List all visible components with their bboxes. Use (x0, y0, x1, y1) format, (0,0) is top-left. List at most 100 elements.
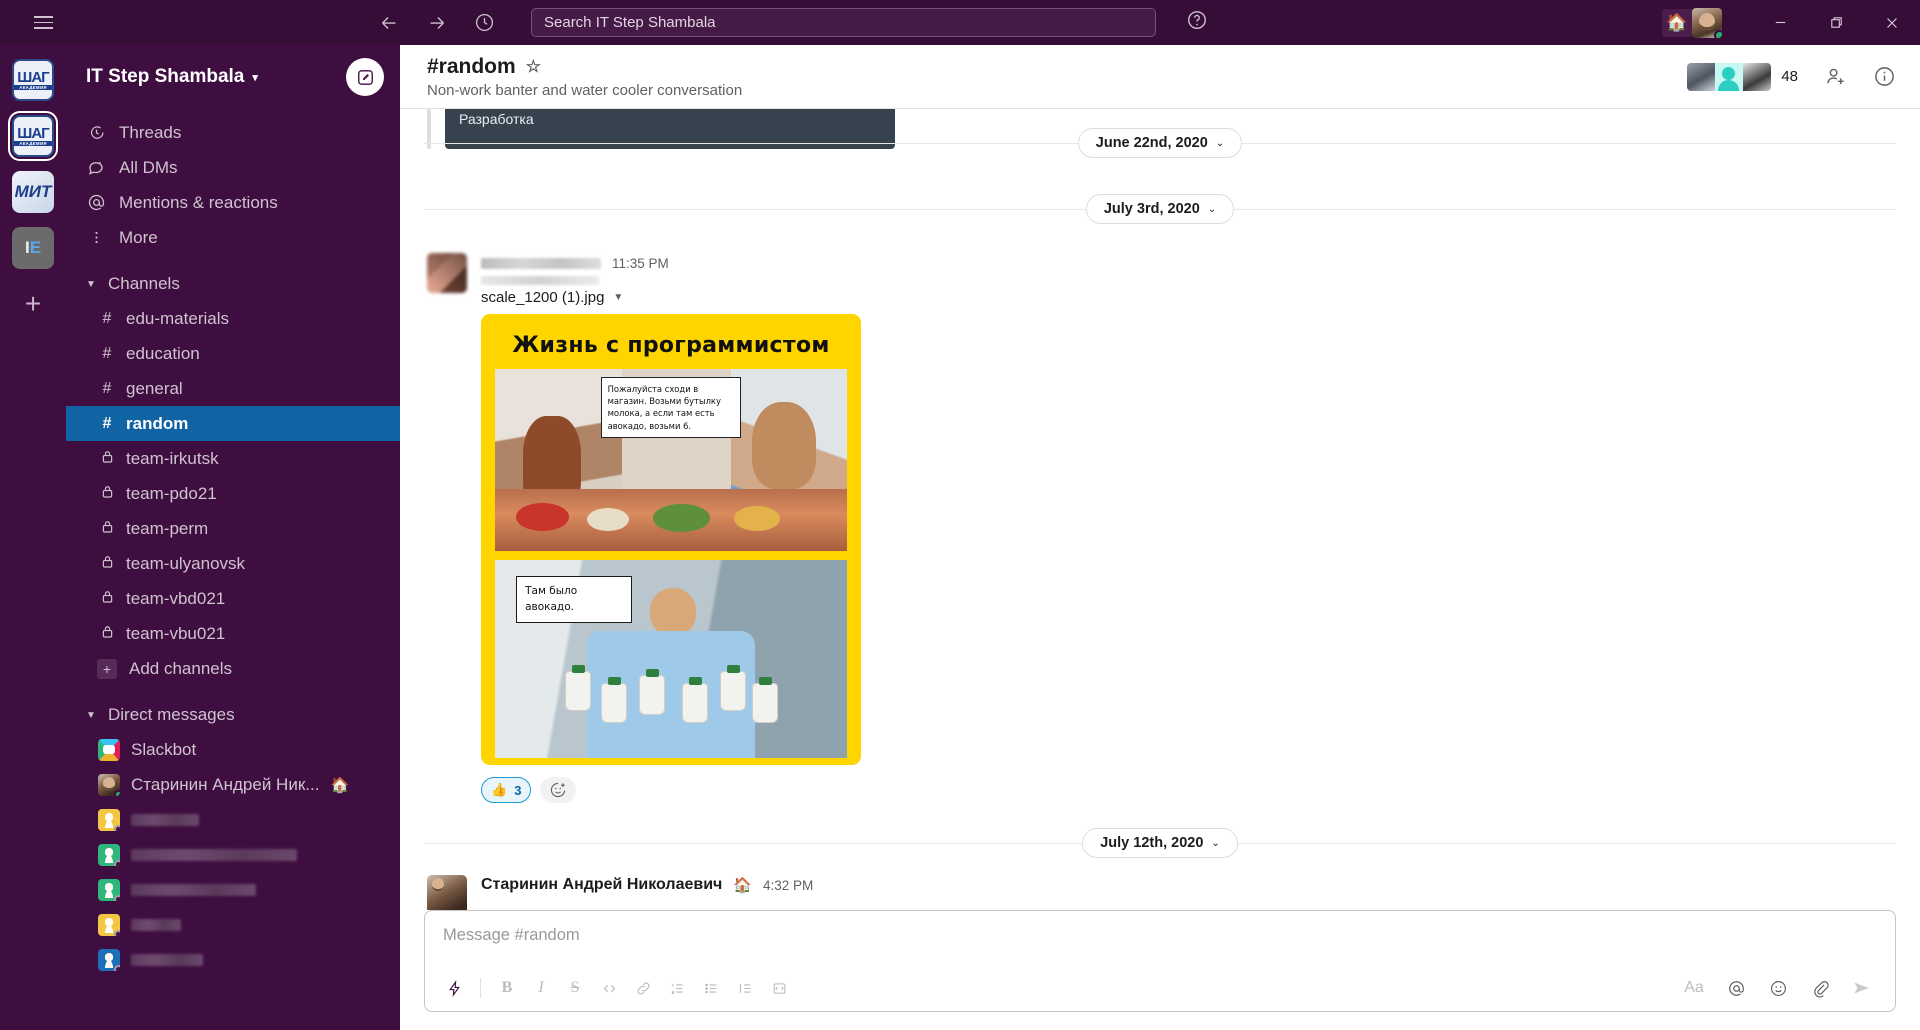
date-pill-button[interactable]: June 22nd, 2020 ⌄ (1077, 128, 1243, 158)
bold-icon[interactable]: B (492, 973, 522, 1003)
workspace-name-button[interactable]: IT Step Shambala ▾ (86, 66, 258, 88)
send-icon[interactable] (1849, 975, 1875, 1001)
presence-indicator (1714, 29, 1722, 38)
ordered-list-icon[interactable] (662, 973, 692, 1003)
workspace-icon-mit[interactable]: МИТ (12, 171, 54, 213)
status-emoji: 🏠 (733, 877, 753, 894)
channel-topic[interactable]: Non-work banter and water cooler convers… (427, 82, 742, 99)
at-mention-icon (86, 193, 106, 212)
presence-indicator (114, 789, 120, 796)
arrow-right-icon[interactable] (426, 12, 448, 34)
info-circle-icon[interactable] (1873, 65, 1896, 88)
sidebar-channel-team-vbd021[interactable]: team-vbd021 (66, 581, 400, 616)
avatar[interactable] (427, 253, 467, 293)
date-pill-button[interactable]: July 3rd, 2020 ⌄ (1085, 194, 1235, 224)
workspace-logo-mit: МИТ (14, 182, 52, 201)
sidebar-dm-redacted-2[interactable] (66, 837, 400, 872)
attachment-filename[interactable]: scale_1200 (1).jpg ▼ (481, 289, 1920, 306)
user-avatar-button[interactable]: 🏠 (1662, 7, 1722, 38)
add-reaction-icon[interactable] (540, 777, 577, 803)
status-emoji: 🏠 (330, 776, 350, 794)
sidebar-channel-team-pdo21[interactable]: team-pdo21 (66, 476, 400, 511)
add-member-icon[interactable] (1824, 65, 1847, 88)
add-workspace-button[interactable]: + (12, 283, 54, 325)
dm-section-header[interactable]: ▼ Direct messages (66, 698, 400, 732)
bulleted-list-icon[interactable] (696, 973, 726, 1003)
sidebar-channel-general[interactable]: # general (66, 371, 400, 406)
help-icon[interactable] (1186, 9, 1208, 36)
window-close-button[interactable] (1864, 0, 1920, 45)
avatar[interactable] (427, 875, 467, 915)
avatar[interactable] (1692, 7, 1722, 38)
message-timestamp[interactable]: 4:32 PM (763, 878, 813, 893)
lock-icon (100, 555, 114, 573)
emoji-icon[interactable] (1765, 975, 1791, 1001)
channels-section-header[interactable]: ▼ Channels (66, 267, 400, 301)
sidebar-dm-slackbot[interactable]: Slackbot (66, 732, 400, 767)
code-block-icon[interactable] (764, 973, 794, 1003)
workspace-icon-ie[interactable]: IE (12, 227, 54, 269)
sidebar-channel-team-vbu021[interactable]: team-vbu021 (66, 616, 400, 651)
shortcuts-bolt-icon[interactable] (439, 973, 469, 1003)
clock-history-icon[interactable] (474, 12, 495, 33)
members-button[interactable]: 48 (1687, 62, 1798, 91)
sidebar-channel-team-perm[interactable]: team-perm (66, 511, 400, 546)
sidebar-item-mentions[interactable]: Mentions & reactions (66, 185, 400, 220)
date-pill-button[interactable]: July 12th, 2020 ⌄ (1082, 828, 1238, 858)
message-input[interactable]: Message #random (425, 911, 1895, 965)
sidebar-dm-starinin[interactable]: Старинин Андрей Ник... 🏠 (66, 767, 400, 802)
sidebar-item-threads[interactable]: Threads (66, 115, 400, 150)
thumbsup-reaction[interactable]: 👍 3 (481, 777, 532, 803)
channel-title-button[interactable]: #random ☆ (427, 55, 742, 79)
strikethrough-icon[interactable]: S (560, 973, 590, 1003)
mention-icon[interactable] (1723, 975, 1749, 1001)
toolbar-separator (480, 978, 481, 998)
channels-section-label: Channels (108, 274, 180, 293)
arrow-left-icon[interactable] (378, 12, 400, 34)
workspace-name-label: IT Step Shambala (86, 66, 245, 87)
window-minimize-button[interactable] (1752, 0, 1808, 45)
top-bar: Search IT Step Shambala 🏠 (0, 0, 1920, 45)
sidebar-dm-redacted-3[interactable] (66, 872, 400, 907)
star-outline-icon[interactable]: ☆ (526, 57, 541, 77)
sidebar-channel-edu-materials[interactable]: # edu-materials (66, 301, 400, 336)
message-starinin: Старинин Андрей Николаевич 🏠 4:32 PM (400, 865, 1920, 915)
sidebar-channel-education[interactable]: # education (66, 336, 400, 371)
sidebar: IT Step Shambala ▾ Threads All DMs Menti… (66, 45, 400, 1030)
sidebar-dm-redacted-4[interactable] (66, 907, 400, 942)
sidebar-channel-random[interactable]: # random (66, 406, 400, 441)
meme-speech-bubble-bottom: Там было авокадо. (516, 575, 633, 624)
channel-label: team-pdo21 (126, 483, 217, 503)
chevron-down-icon: ⌄ (1211, 837, 1220, 849)
blockquote-icon[interactable] (730, 973, 760, 1003)
milk-jug (751, 676, 778, 723)
attached-image-meme[interactable]: Жизнь с программистом Пожалуйста сходи в… (481, 314, 861, 765)
chevron-down-icon: ⌄ (1215, 137, 1225, 149)
sidebar-channel-team-irkutsk[interactable]: team-irkutsk (66, 441, 400, 476)
message-meta: Старинин Андрей Николаевич 🏠 4:32 PM (481, 875, 813, 895)
search-input[interactable]: Search IT Step Shambala (531, 8, 1156, 37)
sidebar-channel-team-ulyanovsk[interactable]: team-ulyanovsk (66, 546, 400, 581)
add-channels-button[interactable]: + Add channels (66, 651, 400, 686)
sidebar-item-all-dms[interactable]: All DMs (66, 150, 400, 185)
workspace-icon-shag-1[interactable]: ШАГ АКАДЕМИЯ (12, 59, 54, 101)
message-timestamp[interactable]: 11:35 PM (612, 256, 669, 271)
attachment-icon[interactable] (1807, 975, 1833, 1001)
sidebar-dm-redacted-1[interactable] (66, 802, 400, 837)
hash-icon: # (102, 344, 112, 362)
slackbot-avatar (98, 738, 120, 761)
sidebar-item-more[interactable]: More (66, 220, 400, 255)
avatar (98, 808, 120, 831)
formatting-aa-icon[interactable]: Aa (1681, 975, 1707, 1001)
meme-panel-bottom: Там было авокадо. (495, 560, 847, 758)
italic-icon[interactable]: I (526, 973, 556, 1003)
sidebar-dm-redacted-5[interactable] (66, 942, 400, 977)
compose-message-button[interactable] (346, 58, 384, 96)
message-meta: 11:35 PM (481, 253, 1920, 273)
window-maximize-button[interactable] (1808, 0, 1864, 45)
link-icon[interactable] (628, 973, 658, 1003)
sender-name[interactable]: Старинин Андрей Николаевич (481, 876, 722, 894)
hamburger-menu-icon[interactable] (18, 16, 68, 29)
code-icon[interactable] (594, 973, 624, 1003)
workspace-icon-shag-2[interactable]: ШАГ АКАДЕМИЯ (7, 110, 59, 162)
